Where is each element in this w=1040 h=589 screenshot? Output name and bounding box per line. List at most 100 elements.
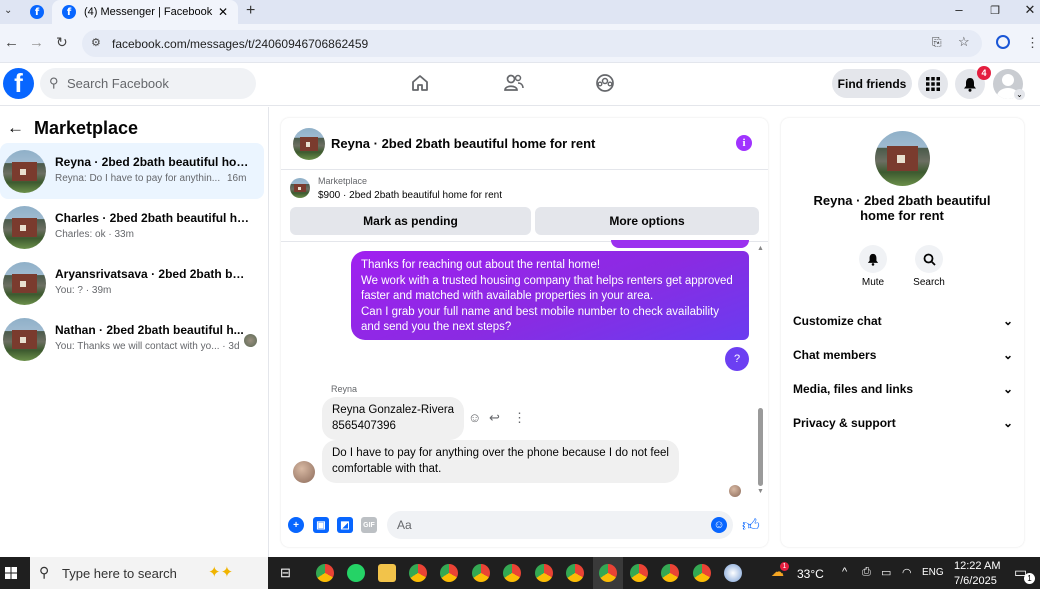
tab-list-chevron-icon[interactable]: ⌄ <box>4 5 12 16</box>
site-settings-icon[interactable]: ⚙ <box>91 36 101 49</box>
scrollbar-thumb[interactable] <box>758 408 763 486</box>
conversation-time: 3d <box>228 341 240 352</box>
privacy-support-row[interactable]: Privacy & support ⌄ <box>793 413 1013 433</box>
search-in-chat-icon[interactable] <box>915 245 943 273</box>
chrome-app-icon[interactable] <box>535 564 553 582</box>
close-window-button[interactable]: ✕ <box>1018 2 1040 18</box>
tab-messenger[interactable]: f (4) Messenger | Facebook ✕ <box>52 0 238 24</box>
chat-members-row[interactable]: Chat members ⌄ <box>793 345 1013 365</box>
listing-price[interactable]: $900 · 2bed 2bath beautiful home for ren… <box>318 190 502 201</box>
conversation-item[interactable]: Nathan · 2bed 2bath beautiful h... You: … <box>0 311 264 367</box>
plus-icon[interactable]: + <box>288 517 304 533</box>
reload-button[interactable]: ↻ <box>56 34 68 51</box>
facebook-search-input[interactable]: ⚲ Search Facebook <box>40 68 256 99</box>
clock-time[interactable]: 12:22 AM <box>954 560 1000 572</box>
chrome-app-icon[interactable] <box>661 564 679 582</box>
profile-icon[interactable] <box>996 35 1010 49</box>
marketplace-label: Marketplace <box>318 176 368 186</box>
conversation-item[interactable]: Charles · 2bed 2bath beautiful ho... Cha… <box>0 199 264 255</box>
chevron-down-icon: ⌄ <box>1002 348 1013 362</box>
scroll-up-icon[interactable]: ▲ <box>757 245 764 252</box>
details-title: Reyna · 2bed 2bath beautiful home for re… <box>813 193 991 223</box>
temperature[interactable]: 33°C <box>797 567 824 581</box>
conversation-item[interactable]: Reyna · 2bed 2bath beautiful hom... Reyn… <box>0 143 264 199</box>
weather-alert-badge: 1 <box>780 562 789 571</box>
new-tab-button[interactable]: + <box>246 2 255 20</box>
chrome-app-icon[interactable] <box>693 564 711 582</box>
info-icon[interactable]: i <box>736 135 752 151</box>
chrome-app-icon[interactable] <box>472 564 490 582</box>
message-input[interactable]: Aa ☺ <box>387 511 733 539</box>
scroll-down-icon[interactable]: ▼ <box>757 488 764 495</box>
mark-as-pending-button[interactable]: Mark as pending <box>290 207 531 235</box>
photo-icon[interactable]: ▣ <box>313 517 329 533</box>
media-files-links-row[interactable]: Media, files and links ⌄ <box>793 379 1013 399</box>
tray-chevron-icon[interactable]: ^ <box>842 566 847 578</box>
chrome-app-icon[interactable] <box>630 564 648 582</box>
sender-avatar[interactable] <box>293 461 315 483</box>
facebook-header: f ⚲ Search Facebook Find friends 4 ⌄ <box>0 63 1040 106</box>
more-options-button[interactable]: More options <box>535 207 759 235</box>
react-icon[interactable]: ☺ <box>468 410 481 425</box>
customize-chat-row[interactable]: Customize chat ⌄ <box>793 311 1013 331</box>
restore-button[interactable]: ❐ <box>983 4 1007 17</box>
chat-title[interactable]: Reyna · 2bed 2bath beautiful home for re… <box>331 136 595 151</box>
file-explorer-app-icon[interactable] <box>378 564 396 582</box>
outgoing-message[interactable]: Thanks for reaching out about the rental… <box>351 251 749 340</box>
address-bar[interactable]: ⚙ facebook.com/messages/t/24060946706862… <box>82 30 982 57</box>
more-actions-icon[interactable]: ⋮ <box>513 410 526 426</box>
wifi-icon[interactable]: ◠ <box>902 566 912 579</box>
back-button[interactable]: ← <box>4 34 19 51</box>
facebook-logo-icon[interactable]: f <box>3 68 34 99</box>
chat-header: Reyna · 2bed 2bath beautiful home for re… <box>281 118 768 170</box>
install-app-icon[interactable]: ⎘ <box>932 35 942 50</box>
incoming-message[interactable]: Reyna Gonzalez-Rivera 8565407396 <box>322 397 465 440</box>
friends-icon[interactable] <box>503 73 525 96</box>
battery-icon[interactable]: ▭ <box>881 566 891 579</box>
conversation-preview: You: Thanks we will contact with yo... ·… <box>55 341 240 352</box>
chrome-app-icon[interactable] <box>316 564 334 582</box>
mute-bell-icon[interactable] <box>859 245 887 273</box>
chrome-app-icon-active[interactable] <box>599 564 617 582</box>
reply-icon[interactable]: ↩ <box>489 410 500 426</box>
chrome-app-icon[interactable] <box>440 564 458 582</box>
home-icon[interactable] <box>410 73 430 96</box>
browser-menu-icon[interactable]: ⋮ <box>1026 35 1039 51</box>
chrome-app-icon[interactable] <box>503 564 521 582</box>
mute-label: Mute <box>861 277 885 288</box>
thumbs-up-icon[interactable]: 👍︎ <box>742 515 760 536</box>
clock-date[interactable]: 7/6/2025 <box>954 575 997 587</box>
facebook-tab-icon[interactable]: f <box>30 5 44 19</box>
groups-icon[interactable] <box>595 73 615 96</box>
outgoing-message-question[interactable]: ? <box>725 347 749 371</box>
incoming-message[interactable]: Do I have to pay for anything over the p… <box>322 440 679 483</box>
back-arrow-icon[interactable]: ← <box>7 118 24 138</box>
chrome-app-icon[interactable] <box>566 564 584 582</box>
gif-icon[interactable]: GIF <box>361 517 377 533</box>
chat-thumbnail[interactable] <box>293 128 325 160</box>
conversation-time: 39m <box>91 285 112 296</box>
minimize-button[interactable]: – <box>947 2 971 17</box>
forward-button[interactable]: → <box>29 34 44 51</box>
task-view-icon[interactable]: ⊟ <box>280 565 291 581</box>
sender-name: Reyna <box>331 384 358 394</box>
emoji-icon[interactable]: ☺ <box>711 517 727 533</box>
conversation-item[interactable]: Aryansrivatsava · 2bed 2bath beau... You… <box>0 255 264 311</box>
details-thumbnail[interactable] <box>875 131 930 186</box>
find-friends-button[interactable]: Find friends <box>832 69 912 98</box>
taskbar-search-input[interactable]: ⚲ Type here to search ✦✦ <box>30 557 268 589</box>
chat-panel: Reyna · 2bed 2bath beautiful home for re… <box>281 118 768 547</box>
chrome-app-icon[interactable] <box>409 564 427 582</box>
whatsapp-app-icon[interactable] <box>347 564 365 582</box>
menu-grid-icon[interactable] <box>918 69 948 99</box>
copilot-sparkle-icon[interactable]: ✦✦ <box>208 563 233 581</box>
tray-app-icon[interactable]: ⎙ <box>862 566 871 579</box>
close-tab-icon[interactable]: ✕ <box>218 5 228 19</box>
bookmark-star-icon[interactable]: ☆ <box>958 34 970 50</box>
seen-avatar <box>729 485 741 497</box>
language-indicator[interactable]: ENG <box>922 567 944 578</box>
app-icon[interactable] <box>724 564 742 582</box>
sticker-icon[interactable]: ◩ <box>337 517 353 533</box>
windows-start-icon[interactable] <box>5 567 17 579</box>
account-chevron-icon[interactable]: ⌄ <box>1014 89 1025 100</box>
